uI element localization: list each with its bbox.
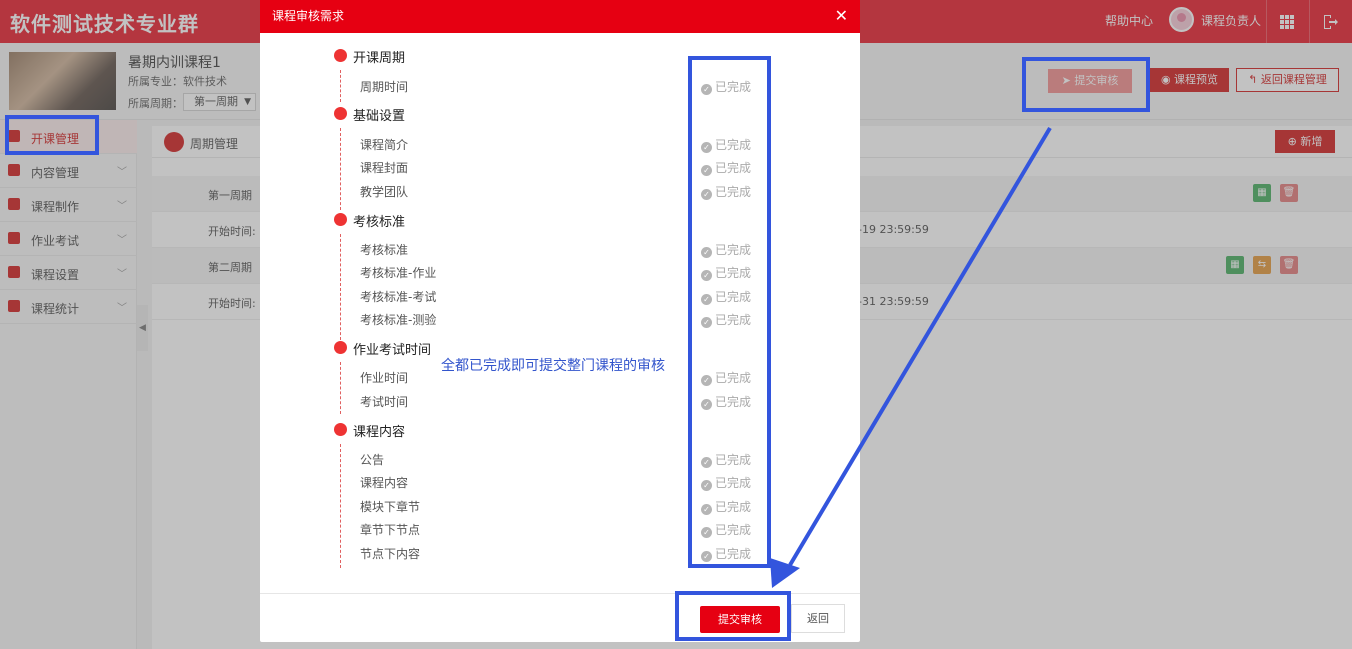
timeline-line xyxy=(340,70,341,102)
review-item: 教学团队 xyxy=(360,185,409,199)
group-title: 作业考试时间 xyxy=(353,343,432,358)
timeline-dot xyxy=(334,107,347,120)
review-item: 考核标准-考试 xyxy=(360,290,437,304)
review-item: 课程封面 xyxy=(360,161,409,175)
timeline-dot xyxy=(334,423,347,436)
review-item: 课程内容 xyxy=(360,476,409,490)
highlight-box-submit xyxy=(675,591,791,641)
review-item: 模块下章节 xyxy=(360,500,421,514)
timeline-line xyxy=(340,234,341,340)
review-item: 考试时间 xyxy=(360,395,409,409)
timeline-line xyxy=(340,362,341,414)
timeline-line xyxy=(340,444,341,568)
review-item: 章节下节点 xyxy=(360,523,421,537)
review-item: 课程简介 xyxy=(360,138,409,152)
timeline-dot xyxy=(334,213,347,226)
timeline-dot xyxy=(334,341,347,354)
modal-title: 课程审核需求 xyxy=(272,9,345,23)
review-item: 公告 xyxy=(360,453,385,467)
modal-header: 课程审核需求 ✕ xyxy=(260,0,860,33)
close-icon[interactable]: ✕ xyxy=(835,6,848,25)
review-item: 考核标准 xyxy=(360,243,409,257)
timeline-line xyxy=(340,128,341,210)
return-button[interactable]: 返回 xyxy=(791,604,845,633)
group-title: 基础设置 xyxy=(353,109,406,124)
timeline-dot xyxy=(334,49,347,62)
highlight-box-sidebar xyxy=(5,115,99,155)
group-title: 开课周期 xyxy=(353,51,406,66)
review-item: 考核标准-作业 xyxy=(360,266,437,280)
group-title: 考核标准 xyxy=(353,215,406,230)
group-title: 课程内容 xyxy=(353,425,406,440)
review-item: 节点下内容 xyxy=(360,547,421,561)
highlight-box-status-column xyxy=(688,56,771,568)
review-item: 作业时间 xyxy=(360,371,409,385)
highlight-box-top-submit xyxy=(1022,57,1150,112)
annotation-note: 全都已完成即可提交整门课程的审核 xyxy=(441,358,665,374)
review-item: 周期时间 xyxy=(360,80,409,94)
review-item: 考核标准-测验 xyxy=(360,313,437,327)
